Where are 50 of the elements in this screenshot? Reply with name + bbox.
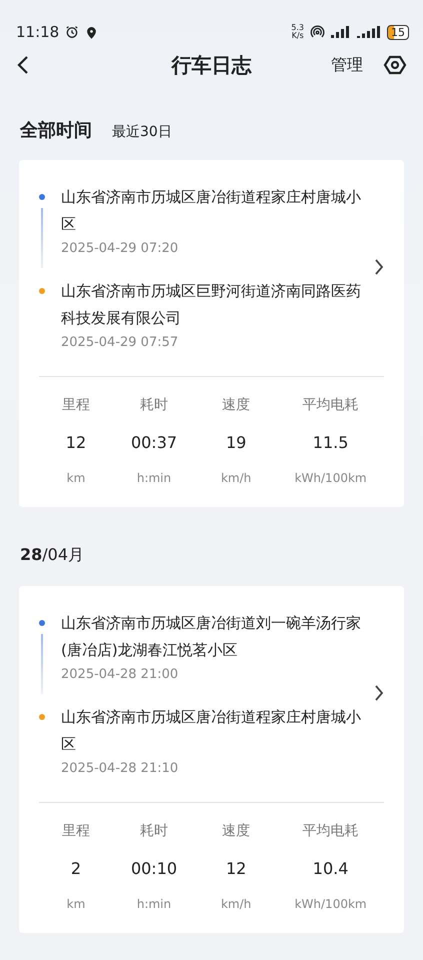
settings-icon[interactable] xyxy=(383,53,407,77)
date-heading: 28/04月 xyxy=(19,544,86,566)
stat-unit: km xyxy=(66,470,86,487)
stop-time: 2025-04-29 07:57 xyxy=(61,335,180,350)
stop-address: 山东省济南市历城区巨野河街道济南同路医药科技发展有限公司 xyxy=(61,281,362,329)
stat-label: 平均电耗 xyxy=(302,822,359,841)
stop-address: 山东省济南市历城区唐冶街道程家庄村唐城小区 xyxy=(61,707,362,755)
alarm-icon xyxy=(65,25,80,39)
trip-card[interactable]: 山东省济南市历城区唐冶街道程家庄村唐城小区 2025-04-29 07:20 山东省济南市历城区巨野河街道济南同路医药科技发展有限公司 2025-04-29 07:57 里程 12 km 耗时 00:37 h:min 速度 19 km/h 平均电耗 11.5 kWh/100km xyxy=(19,160,404,507)
stat-value: 10.4 xyxy=(312,858,348,880)
stat-value: 11.5 xyxy=(312,432,348,454)
stop-address: 山东省济南市历城区唐冶街道刘一碗羊汤行家(唐冶店)龙湖春江悦茗小区 xyxy=(61,613,362,661)
stat-unit: h:min xyxy=(136,470,172,487)
time-filter-tab[interactable]: 最近30日 xyxy=(112,123,172,141)
stat-label: 里程 xyxy=(62,396,90,415)
stat-unit: h:min xyxy=(136,896,172,913)
status-time: 11:18 xyxy=(16,23,60,41)
stat-unit: km/h xyxy=(220,896,252,913)
stat-unit: km xyxy=(66,896,86,913)
stat-value: 00:37 xyxy=(130,432,178,454)
stat-value: 12 xyxy=(226,858,246,880)
stat-unit: km/h xyxy=(220,470,252,487)
trip-card[interactable]: 山东省济南市历城区唐冶街道刘一碗羊汤行家(唐冶店)龙湖春江悦茗小区 2025-04-28 21:00 山东省济南市历城区唐冶街道程家庄村唐城小区 2025-04-28 21:10 里程 2 km 耗时 00:10 h:min 速度 12 km/h 平均电耗 10.4 kWh/100km xyxy=(19,586,404,933)
stop-time: 2025-04-28 21:10 xyxy=(61,761,180,776)
stat-label: 耗时 xyxy=(140,396,168,415)
manage-button[interactable]: 管理 xyxy=(331,54,363,76)
stat-value: 00:10 xyxy=(130,858,178,880)
signal-icon xyxy=(357,26,381,38)
stat-label: 平均电耗 xyxy=(302,396,359,415)
stop-time: 2025-04-29 07:20 xyxy=(61,241,180,256)
stat-value: 12 xyxy=(66,432,86,454)
stat-label: 耗时 xyxy=(140,822,168,841)
stat-unit: kWh/100km xyxy=(294,896,367,913)
signal-icon xyxy=(331,26,351,38)
chevron-right-icon xyxy=(374,684,384,702)
page-title: 行车日志 xyxy=(172,52,252,78)
stop-address: 山东省济南市历城区唐冶街道程家庄村唐城小区 xyxy=(61,187,362,235)
stat-label: 速度 xyxy=(222,396,250,415)
stat-label: 速度 xyxy=(222,822,250,841)
hotspot-icon xyxy=(310,24,325,40)
stat-label: 里程 xyxy=(62,822,90,841)
back-icon[interactable] xyxy=(16,55,30,75)
network-speed: 5.3 K/s xyxy=(291,24,304,40)
stat-value: 2 xyxy=(70,858,82,880)
stat-value: 19 xyxy=(226,432,246,454)
stop-time: 2025-04-28 21:00 xyxy=(61,667,180,682)
chevron-right-icon xyxy=(374,258,384,276)
stat-unit: kWh/100km xyxy=(294,470,367,487)
time-filter-tab[interactable]: 全部时间 xyxy=(20,118,92,142)
location-pin-icon xyxy=(85,24,98,40)
